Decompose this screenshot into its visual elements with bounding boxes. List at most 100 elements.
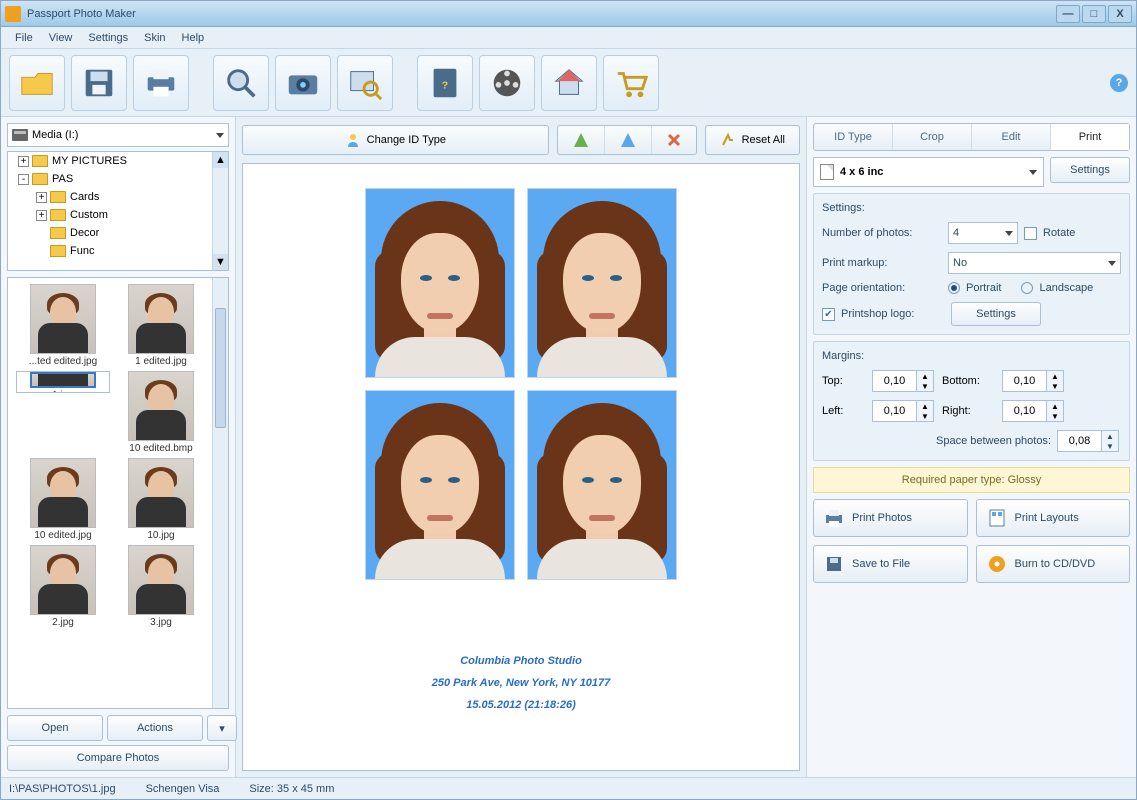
margin-left-input[interactable]: ▲▼ [872,400,936,422]
folder-tree[interactable]: + MY PICTURES -PAS + Cards +CustomDecor Func ▲… [7,151,229,271]
window-maximize-button[interactable]: □ [1082,5,1106,23]
passport-photo [365,390,515,580]
tree-label: MY PICTURES [52,155,127,167]
tree-scrollbar[interactable]: ▲ ▼ [212,152,228,270]
orientation-landscape-radio[interactable] [1021,282,1033,294]
toolbar-cart-button[interactable] [603,55,659,111]
menu-settings[interactable]: Settings [80,30,136,46]
status-visa: Schengen Visa [146,783,220,795]
toolbar-zoom-button[interactable] [213,55,269,111]
left-panel: Media (I:) + MY PICTURES -PAS + Cards +Custom… [1,117,236,777]
stamp-line3: 15.05.2012 (21:18:26) [432,694,611,716]
rotate-checkbox[interactable] [1024,227,1037,240]
save-to-file-button[interactable]: Save to File [813,545,968,583]
toolbar-home-button[interactable] [541,55,597,111]
orientation-portrait-radio[interactable] [948,282,960,294]
open-button[interactable]: Open [7,715,103,741]
change-id-label: Change ID Type [367,134,446,146]
margins-heading: Margins: [822,350,1121,362]
print-photos-button[interactable]: Print Photos [813,499,968,537]
scroll-down-button[interactable]: ▼ [213,254,228,270]
actions-dropdown-button[interactable]: ▾ [207,715,237,741]
thumbnail-image [30,372,96,388]
print-layouts-button[interactable]: Print Layouts [976,499,1131,537]
thumbnail-item[interactable]: 10 edited.jpg [16,458,110,541]
tree-node[interactable]: + Cards [8,188,228,206]
print-markup-select[interactable]: No [948,252,1121,274]
toolbar-camera-button[interactable] [275,55,331,111]
toolbar-reel-button[interactable] [479,55,535,111]
window-close-button[interactable]: X [1108,5,1132,23]
margin-top-label: Top: [822,375,872,387]
thumbnail-item[interactable]: 10.jpg [114,458,208,541]
thumbnail-item[interactable]: ...ted edited.jpg [16,284,110,367]
paper-size-dropdown[interactable]: 4 x 6 inc [813,157,1044,187]
paper-settings-button[interactable]: Settings [1050,157,1130,183]
margin-top-input[interactable]: ▲▼ [872,370,936,392]
menu-skin[interactable]: Skin [136,30,173,46]
tree-toggle[interactable]: - [18,174,29,185]
rotate-left-button[interactable] [558,126,605,154]
orientation-label: Page orientation: [822,282,942,294]
status-size: Size: 35 x 45 mm [249,783,334,795]
folder-icon [50,227,66,239]
space-between-input[interactable]: ▲▼ [1057,430,1121,452]
tree-node[interactable]: Decor [8,224,228,242]
rotate-label: Rotate [1043,227,1075,239]
thumbnail-item[interactable]: 10 edited.bmp [114,371,208,454]
margin-right-label: Right: [942,405,1002,417]
app-icon [5,6,21,22]
tab-crop[interactable]: Crop [893,124,972,150]
margin-left-label: Left: [822,405,872,417]
change-id-type-button[interactable]: Change ID Type [243,126,548,154]
tree-node[interactable]: -PAS [8,170,228,188]
statusbar: I:\PAS\PHOTOS\1.jpg Schengen Visa Size: … [1,777,1136,799]
toolbar-open-button[interactable] [9,55,65,111]
menu-help[interactable]: Help [174,30,213,46]
thumbnail-item[interactable]: 2.jpg [16,545,110,628]
tab-id-type[interactable]: ID Type [814,124,893,150]
thumbs-scrollbar[interactable] [212,278,228,708]
margin-bottom-input[interactable]: ▲▼ [1002,370,1066,392]
thumbnail-browser: ...ted edited.jpg1 edited.jpg1.jpg10 edi… [7,277,229,709]
thumbnail-item[interactable]: 3.jpg [114,545,208,628]
menu-file[interactable]: File [7,30,41,46]
compare-photos-button[interactable]: Compare Photos [7,745,229,771]
toolbar-search-photo-button[interactable] [337,55,393,111]
folder-icon [32,155,48,167]
drive-selector[interactable]: Media (I:) [7,123,229,147]
actions-button[interactable]: Actions [107,715,203,741]
tree-node[interactable]: Func [8,242,228,260]
tree-toggle[interactable]: + [36,192,47,203]
folder-icon [50,245,66,257]
printshop-settings-button[interactable]: Settings [951,302,1041,326]
thumbnail-image [30,545,96,615]
folder-icon [32,173,48,185]
tab-edit[interactable]: Edit [972,124,1051,150]
margin-right-input[interactable]: ▲▼ [1002,400,1066,422]
toolbar-help-button[interactable]: ? [417,55,473,111]
tree-node[interactable]: + MY PICTURES [8,152,228,170]
tree-toggle[interactable]: + [36,210,47,221]
delete-button[interactable] [652,126,696,154]
tree-node[interactable]: +Custom [8,206,228,224]
toolbar-save-button[interactable] [71,55,127,111]
tree-label: Cards [70,191,99,203]
toolbar-print-button[interactable] [133,55,189,111]
rotate-right-button[interactable] [605,126,652,154]
passport-photo [527,390,677,580]
reset-all-button[interactable]: Reset All [706,126,799,154]
window-minimize-button[interactable]: — [1056,5,1080,23]
num-photos-select[interactable]: 4 [948,222,1018,244]
tree-label: Func [70,245,94,257]
printshop-logo-checkbox[interactable]: ✔ [822,308,835,321]
toolbar-info-button[interactable]: ? [1110,74,1128,92]
folder-icon [50,209,66,221]
burn-cd-button[interactable]: Burn to CD/DVD [976,545,1131,583]
tab-print[interactable]: Print [1051,124,1129,150]
scroll-up-button[interactable]: ▲ [213,152,228,168]
tree-toggle[interactable]: + [18,156,29,167]
menu-view[interactable]: View [41,30,81,46]
thumbnail-item[interactable]: 1.jpg [16,371,110,393]
thumbnail-item[interactable]: 1 edited.jpg [114,284,208,367]
